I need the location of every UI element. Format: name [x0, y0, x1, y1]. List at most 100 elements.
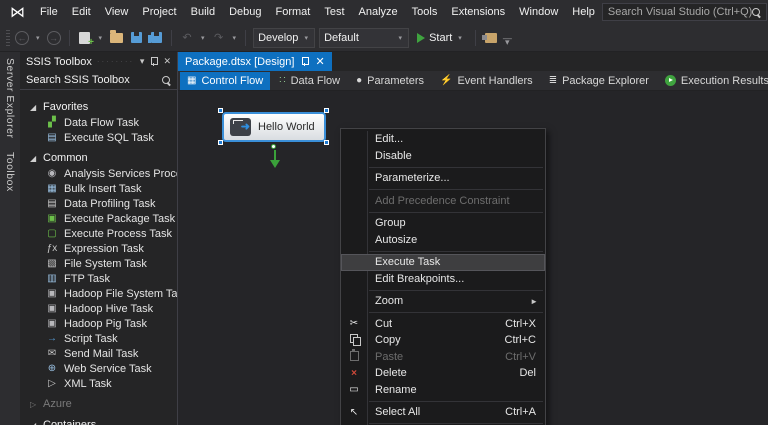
toolbox-item-hadoop-hive-task[interactable]: ▣ Hadoop Hive Task [20, 301, 177, 316]
menu-item-cut[interactable]: ✂ Cut Ctrl+X [341, 316, 545, 333]
side-tab-toolbox[interactable]: Toolbox [4, 152, 16, 192]
toolbox-item-bulk-insert-task[interactable]: ▦ Bulk Insert Task [20, 181, 177, 196]
tab-event-handlers[interactable]: ⚡ Event Handlers [433, 72, 540, 90]
tab-package-explorer[interactable]: ≣ Package Explorer [542, 72, 656, 90]
toolbox-item-expression-task[interactable]: ƒx Expression Task [20, 241, 177, 256]
solution-configuration-dropdown[interactable]: Development ▾ [253, 27, 316, 48]
navigate-back-dropdown-icon[interactable]: ▾ [34, 34, 42, 42]
menu-item-autosize[interactable]: Autosize [341, 232, 545, 249]
toolbox-item-script-task[interactable]: → Script Task [20, 331, 177, 346]
menu-item-project[interactable]: Project [135, 0, 183, 24]
left-tool-tab-strip: Server Explorer Toolbox [0, 52, 20, 425]
toolbox-item-hadoop-file-system-task[interactable]: ▣ Hadoop File System Task [20, 286, 177, 301]
pin-icon[interactable] [149, 57, 159, 66]
tab-execution-results[interactable]: Execution Results [658, 72, 768, 90]
toolbox-item-hadoop-pig-task[interactable]: ▣ Hadoop Pig Task [20, 316, 177, 331]
toolbox-section-favorites[interactable]: ◢ Favorites [20, 99, 177, 115]
menu-item-disable[interactable]: Disable [341, 148, 545, 165]
undo-button[interactable]: ↶ [179, 28, 195, 48]
solution-platform-dropdown[interactable]: Default ▾ [319, 27, 410, 48]
play-icon [417, 32, 426, 43]
navigate-forward-button[interactable]: → [46, 28, 62, 48]
panel-drag-grip[interactable]: ·········· [97, 57, 133, 66]
open-file-button[interactable] [108, 28, 124, 48]
menu-item-help[interactable]: Help [565, 0, 602, 24]
new-project-button[interactable] [77, 28, 94, 48]
pin-icon[interactable] [300, 57, 310, 66]
tab-data-flow[interactable]: ∷ Data Flow [272, 72, 347, 90]
toolbox-item-file-system-task[interactable]: ▧ File System Task [20, 256, 177, 271]
toolbar-overflow-button[interactable]: — ▾ [503, 32, 512, 46]
redo-button[interactable]: ↷ [211, 28, 227, 48]
menu-item-copy[interactable]: Copy Ctrl+C [341, 332, 545, 349]
tab-label: Control Flow [201, 74, 264, 87]
toolbox-item-web-service-task[interactable]: ⊕ Web Service Task [20, 361, 177, 376]
menu-item-zoom[interactable]: Zoom ► [341, 293, 545, 310]
menu-item-rename[interactable]: ▭ Rename [341, 382, 545, 399]
execution-results-icon [664, 75, 676, 86]
toolbox-item-execute-process-task[interactable]: ▢ Execute Process Task [20, 226, 177, 241]
menu-item-format[interactable]: Format [269, 0, 318, 24]
toolbox-item-label: Analysis Services Processin... [64, 167, 177, 180]
selection-handle[interactable] [218, 108, 223, 113]
toolbar-grip[interactable] [6, 29, 10, 46]
menu-item-window[interactable]: Window [512, 0, 565, 24]
tab-control-flow[interactable]: ▦ Control Flow [180, 71, 271, 90]
menu-item-select-all[interactable]: ↖ Select All Ctrl+A [341, 404, 545, 421]
menu-item-debug[interactable]: Debug [222, 0, 268, 24]
toolbox-item-execute-sql-task[interactable]: ▤ Execute SQL Task [20, 130, 177, 145]
start-debugging-button[interactable]: Start ▾ [413, 28, 468, 48]
menu-item-execute-task[interactable]: Execute Task [341, 254, 545, 271]
toolbox-item-send-mail-task[interactable]: ✉ Send Mail Task [20, 346, 177, 361]
tab-label: Event Handlers [457, 74, 533, 87]
menu-item-edit-breakpoints[interactable]: Edit Breakpoints... [341, 271, 545, 288]
menu-item-analyze[interactable]: Analyze [352, 0, 405, 24]
task-hello-world[interactable]: Hello World [222, 112, 326, 142]
close-icon[interactable]: ✕ [315, 55, 324, 68]
toolbox-section-containers[interactable]: ◢ Containers [20, 417, 177, 425]
selection-handle[interactable] [324, 108, 329, 113]
toolbox-item-data-flow-task[interactable]: ▞ Data Flow Task [20, 115, 177, 130]
redo-dropdown-icon[interactable]: ▾ [231, 34, 239, 42]
toolbox-item-execute-package-task[interactable]: ▣ Execute Package Task [20, 211, 177, 226]
toolbox-section-common[interactable]: ◢ Common [20, 150, 177, 166]
save-button[interactable] [128, 28, 144, 48]
selection-handle[interactable] [218, 140, 223, 145]
menu-item-view[interactable]: View [98, 0, 136, 24]
toolbox-item-data-profiling-task[interactable]: ▤ Data Profiling Task [20, 196, 177, 211]
menu-item-test[interactable]: Test [317, 0, 351, 24]
menu-item-parameterize[interactable]: Parameterize... [341, 170, 545, 187]
menu-item-tools[interactable]: Tools [405, 0, 445, 24]
window-position-dropdown-icon[interactable]: ▾ [138, 56, 147, 67]
toolbox-item-xml-task[interactable]: ▷ XML Task [20, 376, 177, 391]
menu-item-group[interactable]: Group [341, 215, 545, 232]
menu-item-edit[interactable]: Edit... [341, 131, 545, 148]
new-project-dropdown-icon[interactable]: ▾ [97, 34, 105, 42]
menu-item-extensions[interactable]: Extensions [444, 0, 512, 24]
menu-item-delete[interactable]: × Delete Del [341, 365, 545, 382]
toolbox-item-analysis-services-processin-[interactable]: ◉ Analysis Services Processin... [20, 166, 177, 181]
chevron-down-icon: ▾ [398, 34, 403, 42]
close-icon[interactable]: ✕ [161, 56, 173, 67]
copy-icon [341, 333, 367, 347]
toolbox-item-ftp-task[interactable]: ▥ FTP Task [20, 271, 177, 286]
control-flow-design-surface[interactable]: Hello World Edit... Disable Parameterize..… [178, 91, 768, 425]
search-input[interactable]: Search Visual Studio (Ctrl+Q) [601, 3, 768, 21]
undo-dropdown-icon[interactable]: ▾ [199, 34, 207, 42]
precedence-constraint-origin[interactable] [271, 144, 276, 149]
ssis-toolbox-search-input[interactable]: Search SSIS Toolbox [20, 71, 177, 90]
precedence-constraint-arrow[interactable] [274, 150, 276, 160]
menu-item-edit[interactable]: Edit [65, 0, 98, 24]
document-tab-package-dtsx[interactable]: Package.dtsx [Design] ✕ [178, 52, 332, 71]
precedence-constraint-arrowhead[interactable] [270, 160, 280, 168]
toolbox-section-azure[interactable]: ▷ Azure [20, 396, 177, 412]
ssis-toolbox-header[interactable]: SSIS Toolbox ·········· ▾ ✕ [20, 52, 177, 71]
tab-parameters[interactable]: ● Parameters [349, 72, 431, 90]
selection-handle[interactable] [324, 140, 329, 145]
menu-item-file[interactable]: File [33, 0, 65, 24]
side-tab-server-explorer[interactable]: Server Explorer [4, 58, 16, 138]
menu-item-build[interactable]: Build [184, 0, 222, 24]
save-all-button[interactable] [147, 28, 164, 48]
navigate-back-button[interactable]: ← [14, 28, 30, 48]
attach-to-process-icon[interactable] [481, 28, 499, 48]
